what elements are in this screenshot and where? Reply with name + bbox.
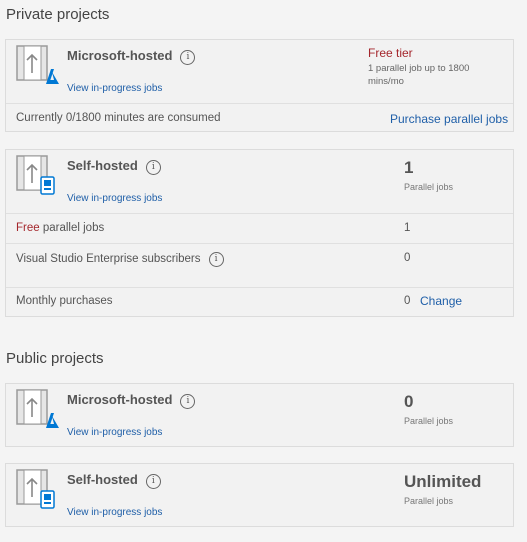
- monthly-purchases-row: Monthly purchases 0 Change: [6, 287, 513, 318]
- public-microsoft-hosted-card: Microsoft-hosted i View in-progress jobs …: [5, 383, 514, 447]
- free-rest: parallel jobs: [39, 222, 105, 234]
- parallel-jobs-label: Parallel jobs: [404, 416, 454, 426]
- free-parallel-jobs-row: Free parallel jobs 1: [6, 213, 513, 244]
- parallel-jobs-value: 1: [404, 158, 414, 177]
- view-in-progress-jobs-link[interactable]: View in-progress jobs: [67, 427, 162, 438]
- view-in-progress-jobs-link[interactable]: View in-progress jobs: [67, 193, 162, 204]
- private-microsoft-hosted-card: Microsoft-hosted i View in-progress jobs …: [5, 39, 514, 132]
- info-icon[interactable]: i: [145, 474, 161, 489]
- microsoft-hosted-label: Microsoft-hosted: [67, 392, 173, 407]
- view-in-progress-jobs-link[interactable]: View in-progress jobs: [67, 83, 162, 94]
- vs-enterprise-value: 0: [404, 252, 411, 264]
- free-word: Free: [16, 222, 40, 234]
- parallel-jobs-label: Parallel jobs: [404, 496, 454, 506]
- self-hosted-label: Self-hosted: [67, 472, 138, 487]
- parallel-jobs-value: 0: [404, 392, 414, 411]
- microsoft-hosted-title: Microsoft-hosted i: [67, 392, 196, 409]
- view-in-progress-jobs-link[interactable]: View in-progress jobs: [67, 507, 162, 518]
- microsoft-hosted-title: Microsoft-hosted i: [67, 48, 196, 65]
- self-hosted-label: Self-hosted: [67, 158, 138, 173]
- vs-enterprise-text: Visual Studio Enterprise subscribers: [16, 253, 201, 265]
- microsoft-hosted-label: Microsoft-hosted: [67, 48, 173, 63]
- build-agent-azure-icon: [16, 45, 59, 84]
- change-link[interactable]: Change: [420, 294, 462, 308]
- parallel-jobs-label: Parallel jobs: [404, 182, 454, 192]
- public-projects-title: Public projects: [6, 350, 104, 367]
- info-icon[interactable]: i: [208, 252, 224, 267]
- info-icon[interactable]: i: [180, 50, 196, 65]
- free-parallel-jobs-label: Free parallel jobs: [16, 222, 104, 234]
- info-icon[interactable]: i: [180, 394, 196, 409]
- free-tier-note: 1 parallel job up to 1800 mins/mo: [368, 63, 470, 87]
- monthly-purchases-value: 0: [404, 295, 411, 307]
- build-agent-azure-icon: [16, 389, 59, 428]
- private-projects-title: Private projects: [6, 6, 110, 23]
- parallel-jobs-value: Unlimited: [404, 472, 482, 491]
- build-agent-device-icon: [16, 469, 55, 509]
- info-icon[interactable]: i: [145, 160, 161, 175]
- consumed-text: Currently 0/1800 minutes are consumed: [16, 112, 221, 124]
- monthly-purchases-label: Monthly purchases: [16, 295, 113, 307]
- purchase-parallel-jobs-link[interactable]: Purchase parallel jobs: [390, 112, 508, 126]
- vs-enterprise-label: Visual Studio Enterprise subscribers i: [16, 252, 224, 267]
- private-self-hosted-card: Self-hosted i View in-progress jobs 1 Par…: [5, 149, 514, 317]
- free-parallel-jobs-value: 1: [404, 222, 411, 234]
- free-tier-label: Free tier: [368, 46, 413, 60]
- self-hosted-title: Self-hosted i: [67, 158, 161, 175]
- build-agent-device-icon: [16, 155, 55, 195]
- self-hosted-title: Self-hosted i: [67, 472, 161, 489]
- vs-enterprise-row: Visual Studio Enterprise subscribers i 0: [6, 243, 513, 288]
- public-self-hosted-card: Self-hosted i View in-progress jobs Unlim…: [5, 463, 514, 527]
- consumed-row: Currently 0/1800 minutes are consumed Pu…: [6, 103, 513, 134]
